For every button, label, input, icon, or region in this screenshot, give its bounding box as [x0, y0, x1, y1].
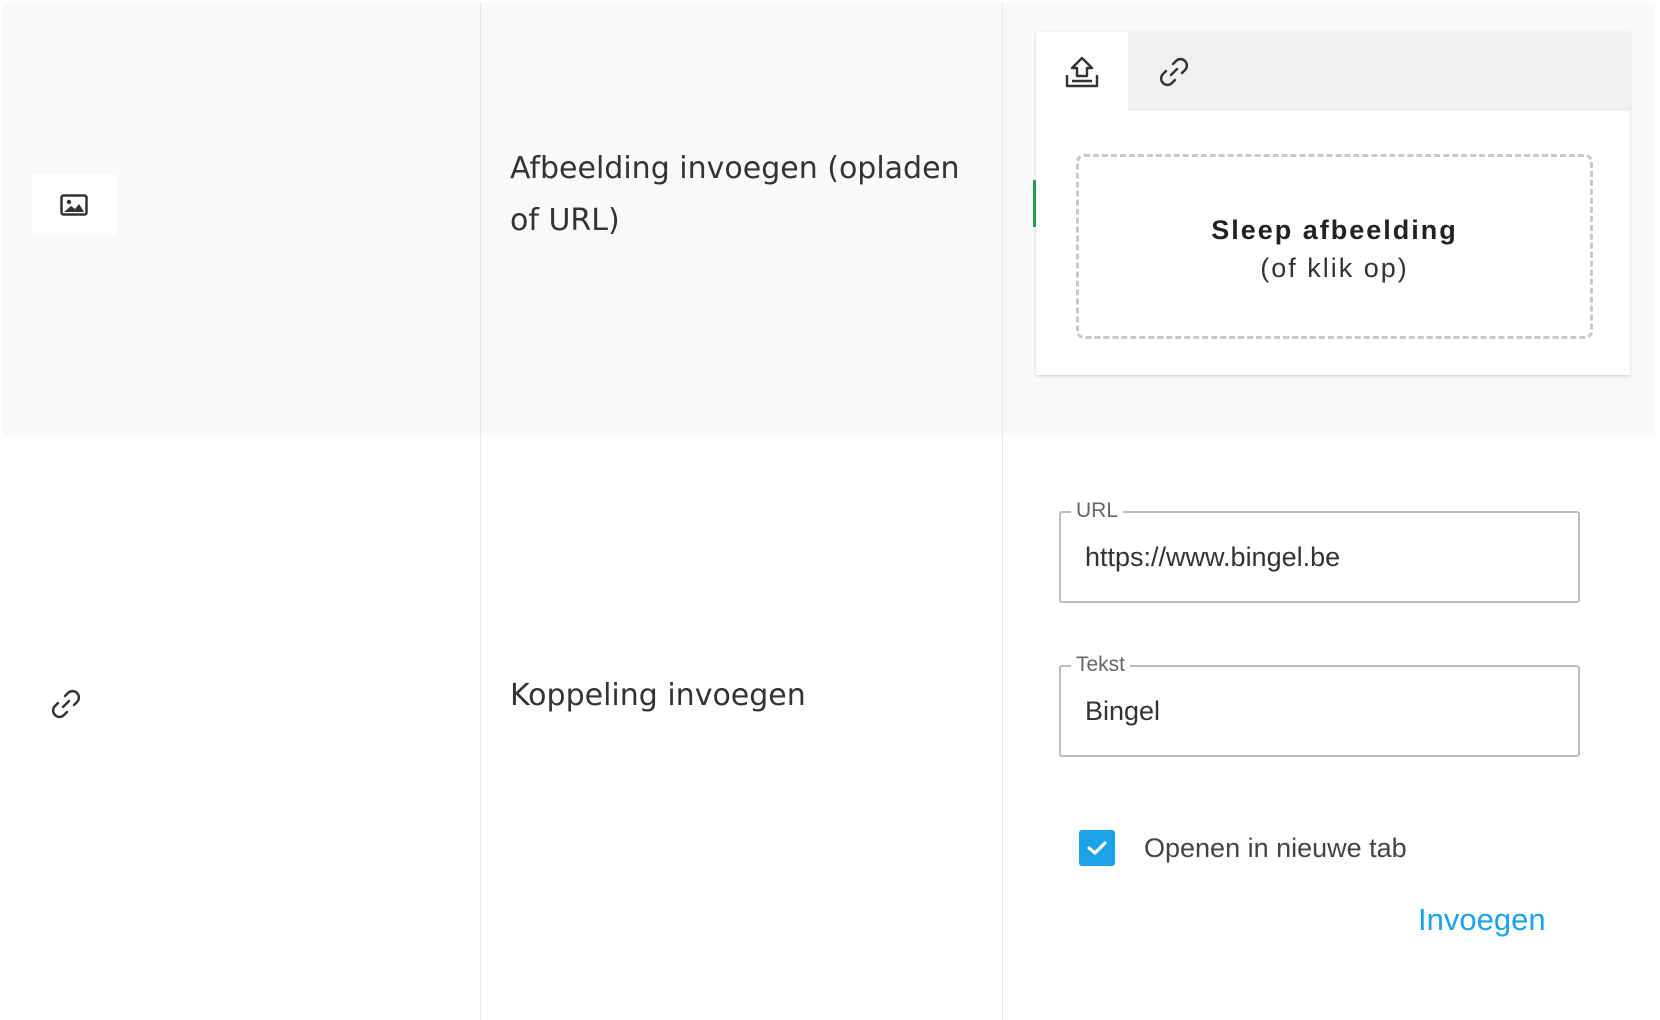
- tab-url[interactable]: [1128, 32, 1220, 111]
- description-cell: Koppeling invoegen: [480, 436, 1002, 1020]
- toolbar-features-table: Afbeelding invoegen (opladen of URL) Sle…: [3, 3, 1655, 1020]
- icon-cell: [3, 436, 480, 1020]
- url-input[interactable]: [1085, 537, 1555, 577]
- icon-cell: [3, 3, 480, 436]
- dropzone-subtitle: (of klik op): [1260, 253, 1409, 283]
- preview-cell: Sleep afbeelding (of klik op): [1002, 3, 1655, 436]
- checkmark-icon: [1087, 841, 1107, 855]
- tab-upload[interactable]: [1036, 32, 1128, 111]
- link-icon: [52, 690, 80, 718]
- image-icon: [60, 193, 88, 216]
- image-upload-widget: Sleep afbeelding (of klik op): [1036, 32, 1630, 375]
- upload-tabbar: [1036, 32, 1630, 111]
- open-new-tab-checkbox[interactable]: [1079, 830, 1115, 866]
- text-field-label: Tekst: [1071, 652, 1131, 678]
- table-row-image: Afbeelding invoegen (opladen of URL) Sle…: [3, 3, 1655, 436]
- insert-link-button[interactable]: [47, 685, 85, 723]
- insert-image-button[interactable]: [32, 174, 116, 235]
- open-new-tab-label[interactable]: Openen in nieuwe tab: [1144, 829, 1407, 867]
- dropzone-title: Sleep afbeelding: [1211, 215, 1458, 245]
- image-dropzone[interactable]: Sleep afbeelding (of klik op): [1076, 154, 1593, 339]
- preview-cell: URL Tekst Openen in nieuwe tab Invoegen: [1002, 436, 1655, 1020]
- description-cell: Afbeelding invoegen (opladen of URL): [480, 3, 1002, 436]
- text-field: Tekst: [1059, 652, 1580, 757]
- feature-description: Koppeling invoegen: [510, 678, 806, 713]
- text-input[interactable]: [1085, 691, 1555, 731]
- table-row-link: Koppeling invoegen URL Tekst Openen in n…: [3, 436, 1655, 1020]
- url-field: URL: [1059, 498, 1580, 603]
- insert-button[interactable]: Invoegen: [1418, 898, 1546, 942]
- link-icon: [1160, 57, 1188, 86]
- upload-icon: [1065, 56, 1099, 87]
- feature-description: Afbeelding invoegen (opladen of URL): [510, 151, 960, 238]
- url-field-label: URL: [1071, 498, 1124, 524]
